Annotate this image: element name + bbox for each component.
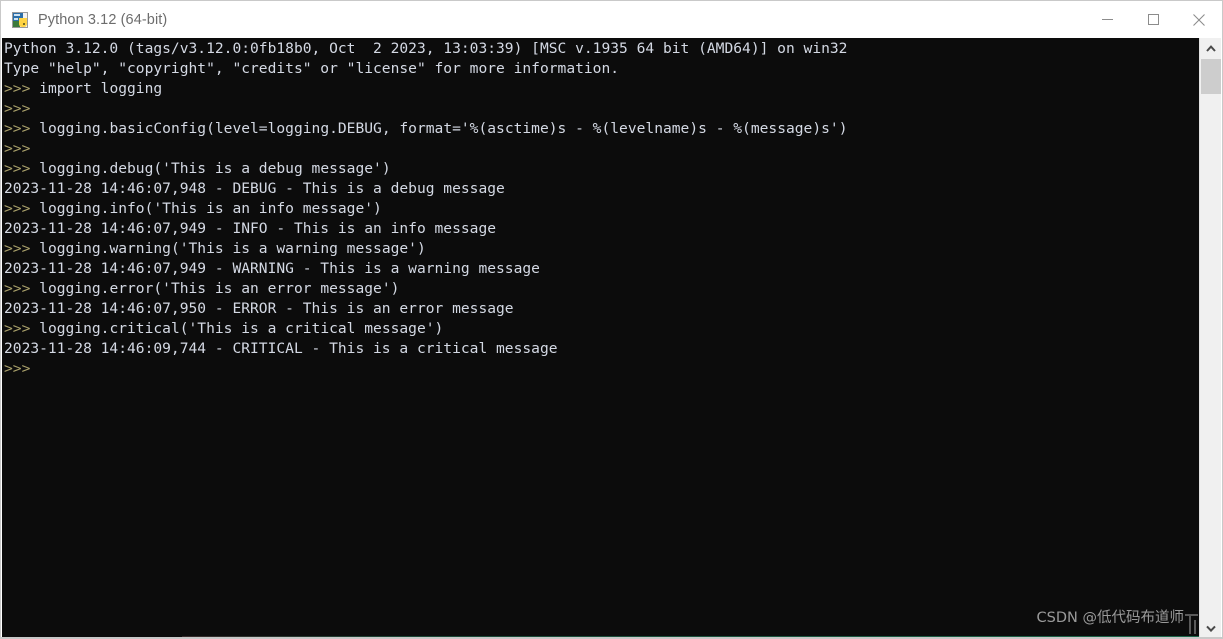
console-output-line: 2023-11-28 14:46:07,950 - ERROR - This i… (4, 300, 514, 317)
vertical-scrollbar[interactable] (1199, 38, 1221, 638)
maximize-button[interactable] (1130, 1, 1176, 38)
console-prompt: >>> (4, 100, 40, 117)
console-output-area[interactable]: Python 3.12.0 (tags/v3.12.0:0fb18b0, Oct… (2, 38, 1200, 638)
console-output-line: 2023-11-28 14:46:07,949 - INFO - This is… (4, 220, 497, 237)
console-output-line: 2023-11-28 14:46:07,949 - WARNING - This… (4, 260, 540, 277)
console-prompt: >>> (4, 200, 40, 217)
scrollbar-thumb[interactable] (1201, 59, 1221, 94)
console-input-line: logging.info('This is an info message') (39, 200, 382, 217)
console-input-line: logging.critical('This is a critical mes… (39, 320, 444, 337)
python-console-window: Python 3.12 (64-bit) Python 3.12.0 (tags… (0, 0, 1223, 639)
console-prompt: >>> (4, 320, 40, 337)
window-controls (1084, 1, 1222, 38)
console-input-line: logging.warning('This is a warning messa… (39, 240, 426, 257)
console-input-line: logging.debug('This is a debug message') (39, 160, 391, 177)
window-title: Python 3.12 (64-bit) (38, 11, 168, 28)
console-output-line: Python 3.12.0 (tags/v3.12.0:0fb18b0, Oct… (4, 40, 848, 57)
title-bar[interactable]: Python 3.12 (64-bit) (1, 1, 1222, 38)
console-prompt: >>> (4, 80, 40, 97)
minimize-button[interactable] (1084, 1, 1130, 38)
console-prompt: >>> (4, 360, 40, 377)
console-prompt: >>> (4, 240, 40, 257)
console-prompt: >>> (4, 160, 40, 177)
chevron-down-icon[interactable] (1200, 618, 1221, 638)
console-output-line: 2023-11-28 14:46:07,948 - DEBUG - This i… (4, 180, 505, 197)
console-input-line: logging.error('This is an error message'… (39, 280, 400, 297)
console-prompt: >>> (4, 140, 40, 157)
console-output-line: 2023-11-28 14:46:09,744 - CRITICAL - Thi… (4, 340, 558, 357)
chevron-up-icon[interactable] (1200, 38, 1221, 58)
console-prompt: >>> (4, 120, 40, 137)
console-input-line: logging.basicConfig(level=logging.DEBUG,… (39, 120, 848, 137)
close-button[interactable] (1176, 1, 1222, 38)
window-bottom-edge (1, 637, 1222, 638)
watermark: CSDN @低代码布道师 (1036, 610, 1184, 626)
console-output-line: Type "help", "copyright", "credits" or "… (4, 60, 620, 77)
console-text: Python 3.12.0 (tags/v3.12.0:0fb18b0, Oct… (4, 39, 848, 379)
python-app-icon (12, 11, 28, 28)
scrollbar-corner-artifact (1185, 610, 1199, 636)
console-input-line: import logging (39, 80, 163, 97)
console-prompt: >>> (4, 280, 40, 297)
